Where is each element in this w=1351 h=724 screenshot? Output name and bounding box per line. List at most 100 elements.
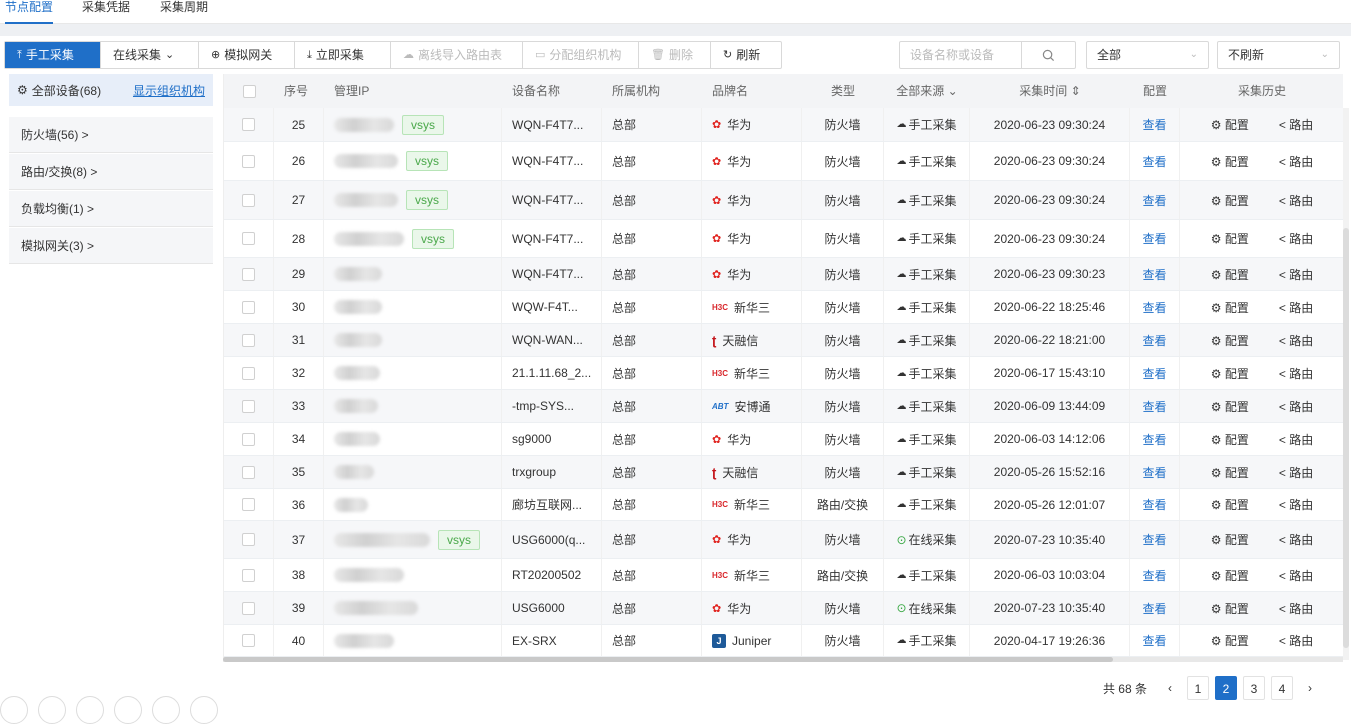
history-route-button[interactable]: < 路由: [1279, 464, 1313, 481]
view-link[interactable]: 查看: [1142, 496, 1166, 513]
sidebar-item-router[interactable]: 路由/交换(8) >: [9, 154, 213, 190]
tab-credentials[interactable]: 采集凭据: [82, 0, 130, 24]
horizontal-scrollbar[interactable]: [223, 657, 1343, 662]
row-checkbox[interactable]: [242, 533, 255, 546]
page-2[interactable]: 2: [1215, 676, 1237, 700]
table-row[interactable]: 32 21.1.11.68_2... 总部 H3C 新华三 防火墙 ☁ 手工采集 2020-06…: [224, 357, 1343, 390]
tab-collect-cycle[interactable]: 采集周期: [160, 0, 208, 24]
refresh-interval-select[interactable]: 不刷新 ⌄: [1217, 41, 1340, 69]
history-config-button[interactable]: ⚙ 配置: [1211, 496, 1249, 513]
vertical-scrollbar[interactable]: [1343, 108, 1349, 660]
history-config-button[interactable]: ⚙ 配置: [1211, 531, 1249, 548]
vsys-badge[interactable]: vsys: [402, 114, 444, 135]
history-route-button[interactable]: < 路由: [1279, 365, 1313, 382]
sidebar-item-gateway[interactable]: 模拟网关(3) >: [9, 228, 213, 264]
header-time[interactable]: 采集时间 ⇕: [970, 74, 1130, 108]
history-config-button[interactable]: ⚙ 配置: [1211, 464, 1249, 481]
circle-icon[interactable]: [76, 696, 104, 724]
page-3[interactable]: 3: [1243, 676, 1265, 700]
history-config-button[interactable]: ⚙ 配置: [1211, 398, 1249, 415]
view-link[interactable]: 查看: [1142, 299, 1166, 316]
view-link[interactable]: 查看: [1142, 365, 1166, 382]
select-all-checkbox[interactable]: [242, 85, 256, 99]
history-route-button[interactable]: < 路由: [1279, 632, 1313, 649]
search-input[interactable]: [899, 41, 1022, 69]
circle-icon[interactable]: [0, 696, 28, 724]
row-checkbox[interactable]: [242, 432, 255, 446]
history-config-button[interactable]: ⚙ 配置: [1211, 365, 1249, 382]
view-link[interactable]: 查看: [1142, 531, 1166, 548]
history-route-button[interactable]: < 路由: [1279, 567, 1313, 584]
row-checkbox[interactable]: [242, 300, 255, 314]
vsys-badge[interactable]: vsys: [406, 151, 448, 171]
view-link[interactable]: 查看: [1142, 116, 1166, 133]
table-row[interactable]: 30 WQW-F4T... 总部 H3C 新华三 防火墙 ☁ 手工采集 2020-06-22 1…: [224, 291, 1343, 324]
history-config-button[interactable]: ⚙ 配置: [1211, 192, 1249, 209]
assign-org-button[interactable]: ▭ 分配组织机构: [523, 42, 639, 68]
view-link[interactable]: 查看: [1142, 230, 1166, 247]
online-collect-dropdown[interactable]: 在线采集 ⌄: [101, 42, 199, 68]
view-link[interactable]: 查看: [1142, 192, 1166, 209]
row-checkbox[interactable]: [242, 232, 255, 245]
sidebar-all-devices[interactable]: ⚙ 全部设备(68) 显示组织机构: [9, 74, 213, 106]
page-1[interactable]: 1: [1187, 676, 1209, 700]
search-button[interactable]: [1021, 41, 1076, 69]
row-checkbox[interactable]: [242, 465, 255, 479]
view-link[interactable]: 查看: [1142, 332, 1166, 349]
history-config-button[interactable]: ⚙ 配置: [1211, 230, 1249, 247]
row-checkbox[interactable]: [242, 193, 255, 207]
history-route-button[interactable]: < 路由: [1279, 496, 1313, 513]
circle-icon[interactable]: [38, 696, 66, 724]
history-config-button[interactable]: ⚙ 配置: [1211, 600, 1249, 617]
sidebar-item-firewall[interactable]: 防火墙(56) >: [9, 117, 213, 153]
row-checkbox[interactable]: [242, 267, 255, 281]
circle-icon[interactable]: [114, 696, 142, 724]
history-config-button[interactable]: ⚙ 配置: [1211, 567, 1249, 584]
table-row[interactable]: 35 trxgroup 总部 ʈ 天融信 防火墙 ☁ 手工采集 2020-05-26 15:52…: [224, 456, 1343, 489]
table-row[interactable]: 31 WQN-WAN... 总部 ʈ 天融信 防火墙 ☁ 手工采集 2020-06-22 18:…: [224, 324, 1343, 357]
show-org-link[interactable]: 显示组织机构: [133, 82, 205, 99]
view-link[interactable]: 查看: [1142, 398, 1166, 415]
tab-node-config[interactable]: 节点配置: [5, 0, 54, 24]
history-route-button[interactable]: < 路由: [1279, 431, 1313, 448]
row-checkbox[interactable]: [242, 118, 255, 131]
history-config-button[interactable]: ⚙ 配置: [1211, 431, 1249, 448]
table-row[interactable]: 33 -tmp-SYS... 总部 ABT 安博通 防火墙 ☁ 手工采集 2020-06-09 …: [224, 390, 1343, 423]
history-route-button[interactable]: < 路由: [1279, 531, 1313, 548]
history-config-button[interactable]: ⚙ 配置: [1211, 266, 1249, 283]
history-route-button[interactable]: < 路由: [1279, 153, 1313, 170]
table-row[interactable]: 25 vsys WQN-F4T7... 总部 ✿ 华为 防火墙 ☁ 手工采集 2020-06-23…: [224, 108, 1343, 142]
history-config-button[interactable]: ⚙ 配置: [1211, 116, 1249, 133]
vsys-badge[interactable]: vsys: [406, 190, 448, 210]
row-checkbox[interactable]: [242, 601, 255, 615]
table-row[interactable]: 37 vsys USG6000(q... 总部 ✿ 华为 防火墙 ⊙ 在线采集 2020-07-2…: [224, 521, 1343, 559]
history-route-button[interactable]: < 路由: [1279, 192, 1313, 209]
view-link[interactable]: 查看: [1142, 600, 1166, 617]
row-checkbox[interactable]: [242, 154, 255, 168]
history-config-button[interactable]: ⚙ 配置: [1211, 632, 1249, 649]
row-checkbox[interactable]: [242, 333, 255, 347]
table-row[interactable]: 39 USG6000 总部 ✿ 华为 防火墙 ⊙ 在线采集 2020-07-23 10:35:4…: [224, 592, 1343, 625]
table-row[interactable]: 27 vsys WQN-F4T7... 总部 ✿ 华为 防火墙 ☁ 手工采集 2020-06-23…: [224, 181, 1343, 220]
history-config-button[interactable]: ⚙ 配置: [1211, 299, 1249, 316]
page-4[interactable]: 4: [1271, 676, 1293, 700]
table-row[interactable]: 40 EX-SRX 总部 J Juniper 防火墙 ☁ 手工采集 2020-04-17 19:…: [224, 625, 1343, 657]
history-route-button[interactable]: < 路由: [1279, 299, 1313, 316]
simulate-gateway-button[interactable]: ⊕ 模拟网关: [199, 42, 295, 68]
view-link[interactable]: 查看: [1142, 266, 1166, 283]
table-row[interactable]: 26 vsys WQN-F4T7... 总部 ✿ 华为 防火墙 ☁ 手工采集 2020-06-23…: [224, 142, 1343, 181]
refresh-button[interactable]: ↻ 刷新: [711, 42, 781, 68]
history-config-button[interactable]: ⚙ 配置: [1211, 153, 1249, 170]
row-checkbox[interactable]: [242, 366, 255, 380]
table-row[interactable]: 28 vsys WQN-F4T7... 总部 ✿ 华为 防火墙 ☁ 手工采集 2020-06-23…: [224, 220, 1343, 258]
source-filter-select[interactable]: 全部 ⌄: [1086, 41, 1209, 69]
history-route-button[interactable]: < 路由: [1279, 116, 1313, 133]
vsys-badge[interactable]: vsys: [412, 228, 454, 249]
collect-now-button[interactable]: ⤓ 立即采集: [295, 42, 391, 68]
vsys-badge[interactable]: vsys: [438, 529, 480, 550]
prev-page-button[interactable]: ‹: [1159, 676, 1181, 700]
next-page-button[interactable]: ›: [1299, 676, 1321, 700]
view-link[interactable]: 查看: [1142, 153, 1166, 170]
history-route-button[interactable]: < 路由: [1279, 600, 1313, 617]
header-source[interactable]: 全部来源 ⌄: [884, 74, 970, 108]
